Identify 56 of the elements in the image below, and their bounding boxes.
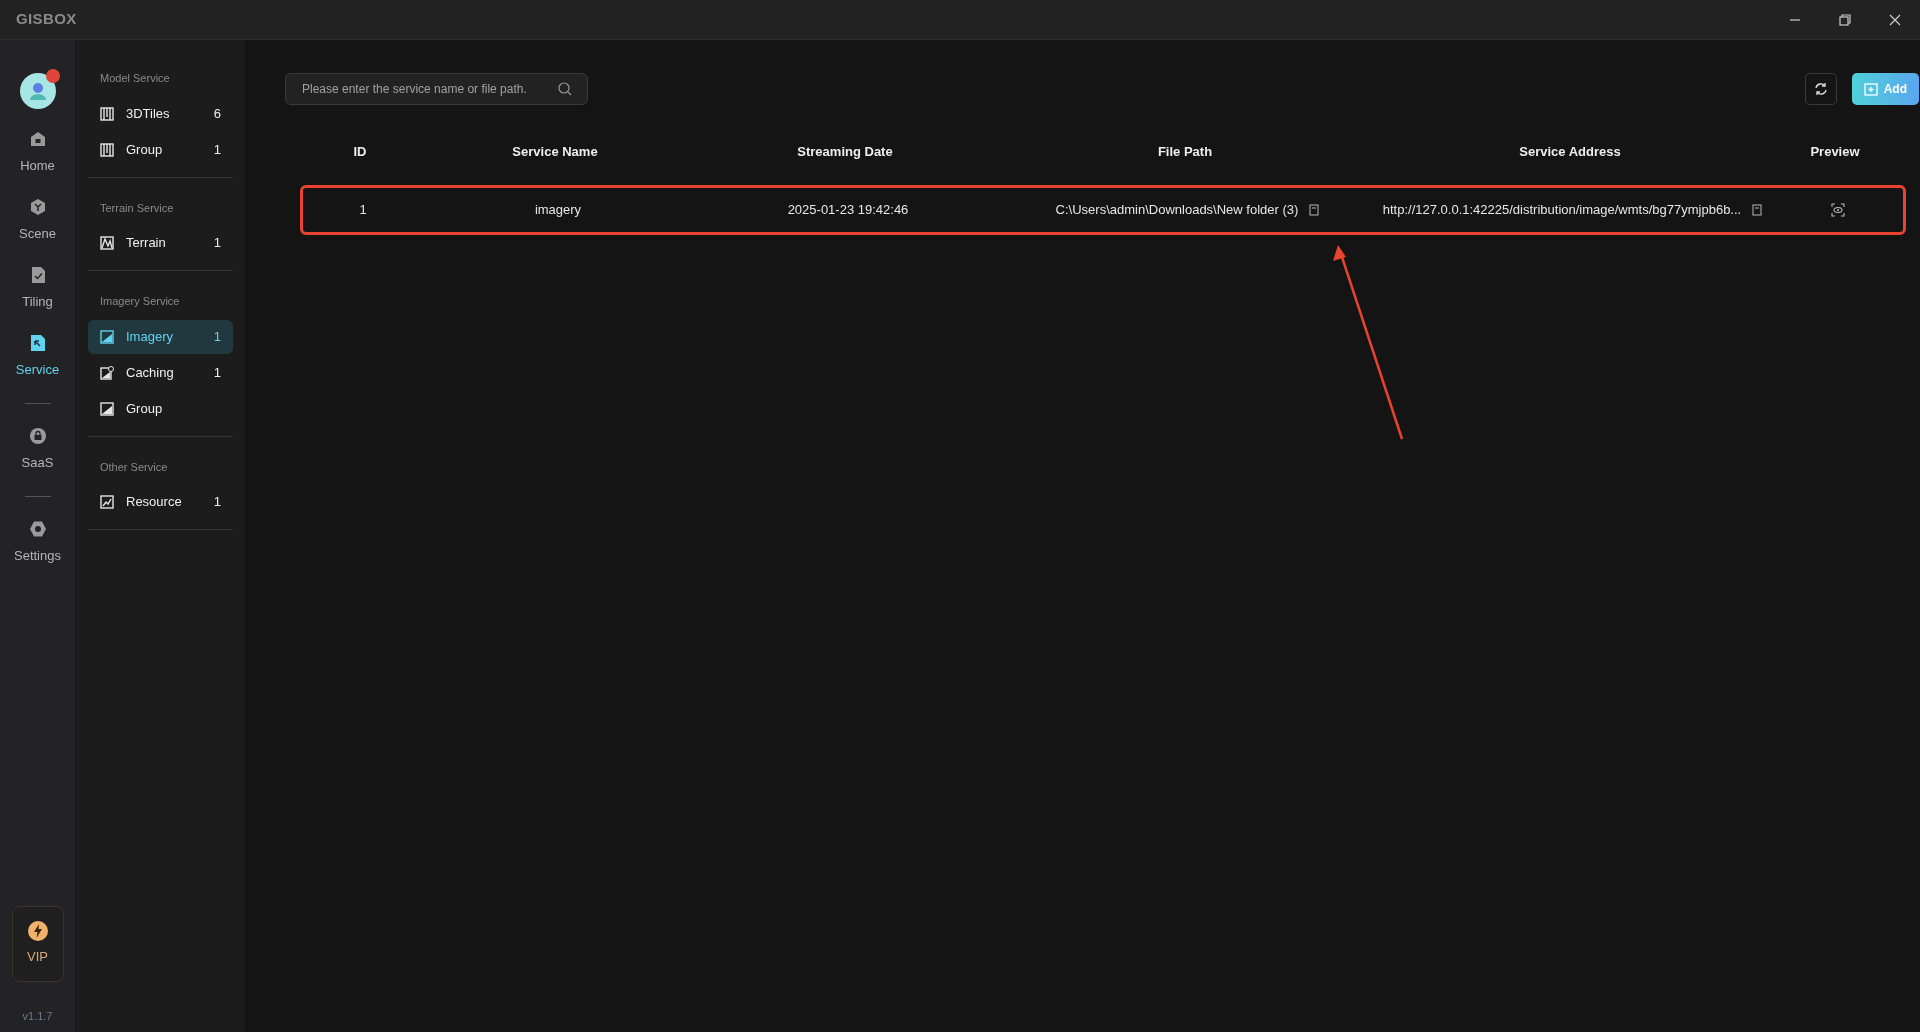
resource-icon bbox=[100, 495, 114, 509]
search-field[interactable]: Please enter the service name or file path. bbox=[285, 73, 588, 105]
nav-item[interactable]: Settings bbox=[2, 509, 73, 577]
table-row[interactable]: 1 imagery 2025-01-23 19:42:46 C:\Users\admin\Downloads\New folder (3) http://127.0.0.1:42225/distribution/image/wmts/bg77ymjpb6b... bbox=[300, 185, 1906, 235]
copy-icon[interactable] bbox=[1308, 204, 1321, 216]
version-label: v1.1.7 bbox=[22, 1008, 53, 1024]
section-heading: Other Service bbox=[99, 459, 169, 475]
copy-icon[interactable] bbox=[1751, 204, 1764, 216]
image-clock-icon bbox=[100, 365, 114, 380]
column-header: ID bbox=[353, 143, 367, 162]
section-heading: Imagery Service bbox=[99, 294, 181, 309]
image-icon bbox=[100, 329, 114, 344]
refresh-icon bbox=[1813, 82, 1828, 96]
nav-item[interactable]: Service bbox=[2, 323, 73, 391]
close-icon bbox=[1889, 13, 1901, 26]
sidebar-item[interactable]: Caching 1 bbox=[88, 355, 233, 390]
sidebar-item[interactable]: Resource 1 bbox=[88, 485, 233, 519]
preview-icon[interactable] bbox=[1831, 203, 1845, 217]
vip-button[interactable]: VIP bbox=[11, 905, 64, 982]
restore-icon bbox=[1839, 13, 1851, 26]
column-header: Streaming Date bbox=[797, 143, 893, 162]
table-cell-text: imagery bbox=[534, 201, 582, 220]
section-heading: Model Service bbox=[99, 71, 171, 86]
table-cell-text: 1 bbox=[359, 201, 367, 220]
settings-icon bbox=[28, 520, 47, 539]
terrain-icon bbox=[100, 236, 114, 250]
lightning-icon bbox=[27, 920, 48, 941]
notification-badge bbox=[45, 69, 60, 83]
service-icon bbox=[28, 334, 47, 353]
add-icon bbox=[1863, 82, 1878, 96]
tiles-icon bbox=[100, 142, 114, 157]
table-cell-text: 2025-01-23 19:42:46 bbox=[787, 201, 909, 220]
table-cell-text: http://127.0.0.1:42225/distribution/image/wmts/bg77ymjpb6b... bbox=[1382, 201, 1742, 220]
column-header: Service Name bbox=[512, 143, 598, 162]
nav-item[interactable]: Home bbox=[2, 119, 73, 187]
lock-icon bbox=[28, 427, 47, 446]
table-cell-text: C:\Users\admin\Downloads\New folder (3) bbox=[1055, 201, 1299, 220]
nav-item[interactable]: Scene bbox=[2, 187, 73, 255]
column-header: Service Address bbox=[1519, 143, 1621, 162]
column-header: Preview bbox=[1810, 143, 1860, 162]
image-icon bbox=[100, 401, 114, 416]
sidebar-item[interactable]: Terrain 1 bbox=[88, 226, 233, 260]
search-icon bbox=[558, 82, 572, 96]
column-header: File Path bbox=[1157, 143, 1213, 162]
nav-item[interactable]: SaaS bbox=[2, 416, 73, 484]
nav-item[interactable]: Tiling bbox=[2, 255, 73, 323]
sidebar-item[interactable]: 3DTiles 6 bbox=[88, 96, 233, 131]
sidebar-item[interactable]: Imagery 1 bbox=[88, 319, 233, 354]
cube-icon bbox=[28, 198, 47, 217]
tiles-icon bbox=[100, 106, 114, 121]
sidebar-item[interactable]: Group 1 bbox=[88, 132, 233, 167]
section-heading: Terrain Service bbox=[99, 200, 175, 216]
app-logo: GISBOX bbox=[16, 9, 77, 30]
house-icon bbox=[28, 130, 47, 149]
refresh-button[interactable] bbox=[1804, 73, 1837, 105]
sidebar-item[interactable]: Group bbox=[88, 391, 233, 426]
